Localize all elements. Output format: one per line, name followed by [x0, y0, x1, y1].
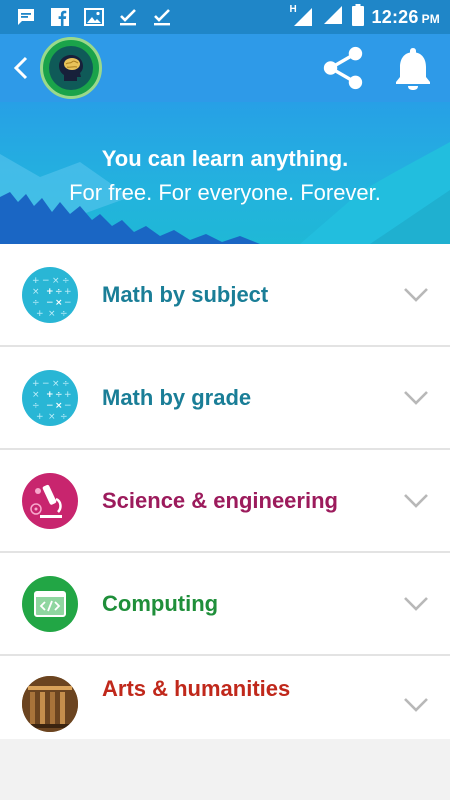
svg-text:+: +: [32, 379, 40, 389]
category-math-by-grade[interactable]: + − × ÷ × + ÷ + ÷ − × − + × ÷ Math by grade: [0, 347, 450, 450]
notifications-button[interactable]: [390, 45, 436, 91]
signal-icon: [322, 4, 344, 31]
app-bar: [0, 34, 450, 102]
svg-text:−: −: [46, 401, 54, 411]
share-button[interactable]: [320, 45, 366, 91]
microscope-icon: [22, 472, 78, 529]
svg-text:−: −: [42, 276, 50, 286]
svg-text:+: +: [64, 287, 72, 297]
category-label: Math by grade: [102, 384, 252, 410]
back-button[interactable]: [6, 34, 36, 102]
category-science-engineering[interactable]: Science & engineering: [0, 450, 450, 553]
clock-time: 12:26: [371, 6, 419, 27]
network-type-label: H: [289, 4, 297, 15]
image-notification-icon: [84, 7, 104, 27]
svg-text:÷: ÷: [32, 298, 40, 308]
category-label: Science & engineering: [102, 487, 338, 513]
svg-text:×: ×: [32, 390, 40, 400]
svg-text:÷: ÷: [55, 390, 63, 400]
task-check-icon-2: [152, 7, 172, 27]
chevron-down-icon[interactable]: [402, 696, 430, 714]
svg-text:+: +: [36, 309, 44, 319]
chevron-down-icon[interactable]: [402, 492, 430, 510]
svg-text:−: −: [64, 401, 72, 411]
mountain-background: [0, 142, 450, 244]
chevron-down-icon[interactable]: [402, 286, 430, 304]
battery-icon: [351, 3, 364, 31]
message-notification-icon: [16, 7, 36, 27]
category-arts-humanities[interactable]: Arts & humanities: [0, 656, 450, 739]
math-icon: + − × ÷ × + ÷ + ÷ − × − + × ÷: [22, 266, 78, 323]
category-math-by-subject[interactable]: + − × ÷ × + ÷ + ÷ − × − + × ÷ Math by subject: [0, 244, 450, 347]
svg-text:×: ×: [55, 401, 63, 411]
hero-banner: You can learn anything. For free. For ev…: [0, 102, 450, 244]
svg-text:−: −: [46, 298, 54, 308]
svg-text:+: +: [46, 287, 54, 297]
hero-subtitle: For free. For everyone. Forever.: [69, 180, 381, 205]
chevron-down-icon[interactable]: [402, 595, 430, 613]
svg-text:×: ×: [48, 309, 56, 319]
svg-text:−: −: [64, 298, 72, 308]
chevron-down-icon[interactable]: [402, 389, 430, 407]
library-icon: [22, 676, 78, 732]
svg-text:−: −: [42, 379, 50, 389]
category-computing[interactable]: Computing: [0, 553, 450, 656]
category-label: Math by subject: [102, 281, 269, 307]
status-bar: H 12:26 PM: [0, 0, 450, 34]
svg-text:+: +: [32, 276, 40, 286]
svg-text:÷: ÷: [60, 412, 68, 422]
facebook-notification-icon: [50, 7, 70, 27]
share-icon: [323, 46, 363, 90]
svg-text:×: ×: [48, 412, 56, 422]
clock-ampm: PM: [421, 11, 440, 26]
svg-text:÷: ÷: [60, 309, 68, 319]
svg-text:×: ×: [52, 276, 60, 286]
svg-text:÷: ÷: [55, 287, 63, 297]
app-logo: [40, 37, 102, 99]
svg-text:+: +: [64, 390, 72, 400]
svg-text:×: ×: [32, 287, 40, 297]
back-icon: [13, 56, 28, 80]
math-icon: + − × ÷ × + ÷ + ÷ − × − + × ÷: [22, 369, 78, 426]
bell-icon: [396, 48, 430, 90]
code-window-icon: [22, 575, 78, 632]
svg-text:×: ×: [52, 379, 60, 389]
hero-title: You can learn anything.: [101, 146, 349, 171]
brain-logo-icon: [49, 46, 93, 90]
category-list: + − × ÷ × + ÷ + ÷ − × − + × ÷ Math by subject + − × ÷ …: [0, 244, 450, 739]
clock: 12:26 PM: [372, 7, 440, 28]
svg-text:+: +: [36, 412, 44, 422]
svg-text:×: ×: [55, 298, 63, 308]
category-label: Computing: [102, 590, 219, 616]
svg-text:÷: ÷: [32, 401, 40, 411]
svg-text:+: +: [46, 390, 54, 400]
task-check-icon: [118, 7, 138, 27]
svg-text:÷: ÷: [62, 276, 70, 286]
svg-text:÷: ÷: [62, 379, 70, 389]
category-label: Arts & humanities: [102, 676, 291, 701]
network-signal-icon: H: [289, 4, 314, 28]
